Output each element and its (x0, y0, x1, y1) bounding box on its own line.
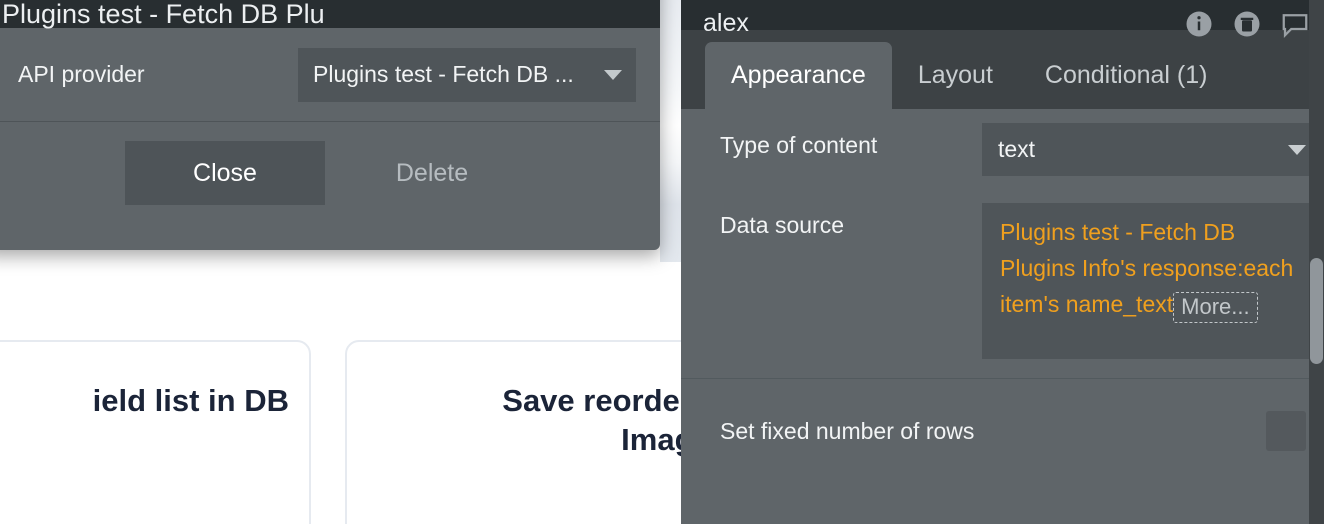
modal-titlebar: Plugins test - Fetch DB Plu (0, 0, 660, 29)
background-element-sliver (660, 0, 682, 262)
prop-row-data-source: Data source Plugins test - Fetch DB Plug… (681, 189, 1324, 359)
type-of-content-control: text (982, 109, 1324, 176)
fixed-rows-label: Set fixed number of rows (720, 417, 975, 444)
type-of-content-select[interactable]: text (982, 123, 1322, 176)
modal-title: Plugins test - Fetch DB Plu (2, 0, 325, 29)
element-name-label: alex (703, 9, 749, 37)
type-of-content-label: Type of content (720, 132, 878, 158)
canvas-card[interactable]: ield list in DB (0, 340, 311, 524)
chevron-down-icon (1288, 144, 1306, 155)
panel-scrollbar-thumb[interactable] (1310, 258, 1323, 364)
api-provider-select[interactable]: Plugins test - Fetch DB ... (298, 47, 636, 102)
screen-root: ield list in DB Save reordered Images Pl… (0, 0, 1324, 524)
trash-circle-icon[interactable] (1232, 9, 1262, 39)
panel-scrollbar[interactable] (1309, 0, 1324, 524)
more-button[interactable]: More... (1173, 291, 1258, 323)
chevron-down-icon (604, 69, 622, 80)
data-source-control: Plugins test - Fetch DB Plugins Info's r… (982, 189, 1324, 359)
delete-button[interactable]: Delete (347, 141, 517, 205)
modal-body: API provider Plugins test - Fetch DB ...… (0, 28, 660, 224)
prop-row-fixed-rows: Set fixed number of rows (681, 379, 1324, 483)
fixed-rows-checkbox[interactable] (1266, 411, 1306, 451)
type-of-content-value: text (998, 136, 1036, 162)
data-source-label: Data source (720, 212, 845, 238)
card-title: ield list in DB (92, 383, 289, 418)
property-editor-panel: alex Appearance Layout Conditional (1) T… (681, 0, 1324, 524)
data-source-expression-input[interactable]: Plugins test - Fetch DB Plugins Info's r… (982, 203, 1322, 359)
modal-row-api-provider: API provider Plugins test - Fetch DB ... (0, 28, 660, 122)
tab-layout[interactable]: Layout (892, 42, 1019, 109)
close-button[interactable]: Close (125, 141, 325, 205)
api-provider-label: API provider (18, 61, 145, 87)
api-provider-select-value: Plugins test - Fetch DB ... (313, 61, 574, 87)
info-circle-icon[interactable] (1184, 9, 1214, 39)
api-provider-modal: Plugins test - Fetch DB Plu API provider… (0, 0, 660, 250)
comment-bubble-icon[interactable] (1280, 9, 1310, 39)
prop-row-type-of-content: Type of content text (681, 109, 1324, 189)
modal-footer: Close Delete (0, 122, 660, 224)
panel-tabbar: Appearance Layout Conditional (1) (681, 30, 1324, 109)
tab-appearance[interactable]: Appearance (705, 42, 892, 109)
panel-header: alex (681, 0, 1324, 38)
panel-header-icons (1184, 9, 1310, 39)
tab-conditional[interactable]: Conditional (1) (1019, 42, 1234, 109)
